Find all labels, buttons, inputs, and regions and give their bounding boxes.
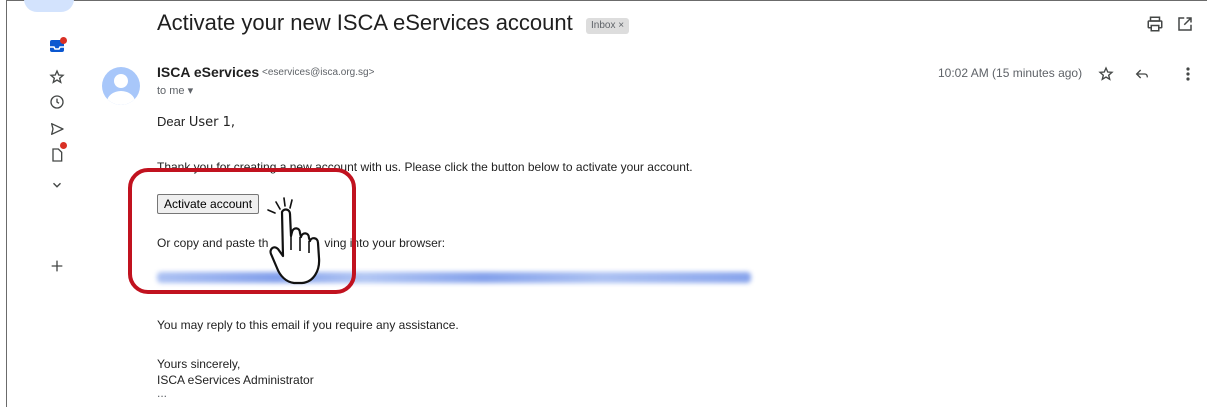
print-icon[interactable] — [1145, 14, 1165, 34]
draft-dot — [60, 142, 67, 149]
email-timestamp: 10:02 AM (15 minutes ago) — [938, 66, 1083, 80]
trimmed-content-toggle[interactable]: ... — [157, 386, 167, 400]
plus-icon[interactable] — [48, 257, 66, 275]
sender-name[interactable]: ISCA eServices — [157, 64, 259, 80]
sender-avatar[interactable] — [102, 67, 140, 105]
chevron-down-icon[interactable] — [48, 176, 66, 194]
star-icon[interactable] — [48, 68, 66, 86]
email-line-reply-note: You may reply to this email if you requi… — [157, 318, 459, 332]
clock-icon[interactable] — [48, 93, 66, 111]
star-icon[interactable] — [1096, 64, 1116, 84]
sender-email: <eservices@isca.org.sg> — [262, 67, 375, 78]
email-subject: Activate your new ISCA eServices account — [157, 10, 573, 35]
recipient-details-toggle[interactable]: to me ▾ — [157, 84, 193, 97]
compose-pill[interactable] — [24, 0, 74, 12]
email-greeting: Dear User 1, — [157, 114, 235, 130]
open-in-new-window-icon[interactable] — [1175, 14, 1195, 34]
email-signoff: Yours sincerely, — [157, 357, 241, 371]
unread-dot — [60, 37, 67, 44]
more-vert-icon[interactable] — [1178, 64, 1198, 84]
email-signature: ISCA eServices Administrator — [157, 373, 314, 387]
inbox-label-chip[interactable]: Inbox × — [586, 18, 630, 34]
reply-icon[interactable] — [1132, 64, 1152, 84]
send-icon[interactable] — [48, 120, 66, 138]
recipient-name: User 1, — [188, 115, 235, 130]
pointing-hand-icon — [267, 197, 321, 285]
